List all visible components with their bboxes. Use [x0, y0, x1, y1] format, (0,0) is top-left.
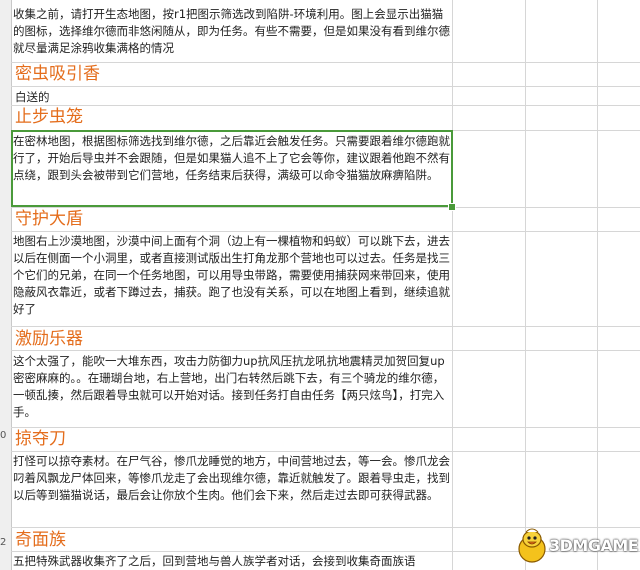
selected-cell-border: [11, 130, 453, 207]
row-divider: [11, 62, 640, 63]
cell-description[interactable]: 五把特殊武器收集齐了之后，回到营地与兽人族学者对话，会接到收集奇面族语: [13, 553, 451, 570]
fill-handle[interactable]: [448, 203, 456, 211]
row-number[interactable]: 2: [0, 537, 11, 548]
watermark-logo-text: 3DMGAME: [549, 536, 639, 555]
cell-item-heading[interactable]: 激励乐器: [15, 328, 83, 350]
row-divider: [11, 350, 640, 351]
row-divider: [11, 326, 640, 327]
cell-description[interactable]: 这个太强了，能吹一大堆东西，攻击力防御力up抗风压抗龙吼抗地震精灵加贺回复up密…: [13, 353, 451, 421]
cell-description[interactable]: 打怪可以掠夺素材。在尸气谷，惨爪龙睡觉的地方，中间营地过去，等一会。惨爪龙会叼着…: [13, 453, 451, 504]
row-number[interactable]: 0: [0, 430, 11, 441]
spreadsheet: 0 2 收集之前，请打开生态地图，按r1把图示筛选改到陷阱-环境利用。图上会显示…: [0, 0, 640, 570]
watermark: 3DMGAME: [515, 525, 640, 567]
cell-description[interactable]: 白送的: [15, 89, 50, 105]
cell-description[interactable]: 地图右上沙漠地图，沙漠中间上面有个洞（边上有一棵植物和蚂蚁）可以跳下去，进去以后…: [13, 233, 451, 318]
cell-description[interactable]: 收集之前，请打开生态地图，按r1把图示筛选改到陷阱-环境利用。图上会显示出猫猫的…: [13, 6, 451, 57]
row-divider: [11, 451, 640, 452]
cell-item-heading[interactable]: 掠夺刀: [15, 428, 66, 450]
row-divider: [11, 231, 640, 232]
row-divider: [11, 86, 640, 87]
cell-item-heading[interactable]: 守护大盾: [15, 208, 83, 230]
cell-item-heading[interactable]: 止步虫笼: [15, 106, 83, 128]
duck-mascot-icon: [518, 528, 546, 563]
row-divider: [11, 427, 640, 428]
cell-item-heading[interactable]: 密虫吸引香: [15, 63, 100, 85]
cell-item-heading[interactable]: 奇面族: [15, 529, 66, 551]
row-divider: [11, 105, 640, 106]
row-divider: [11, 207, 640, 208]
